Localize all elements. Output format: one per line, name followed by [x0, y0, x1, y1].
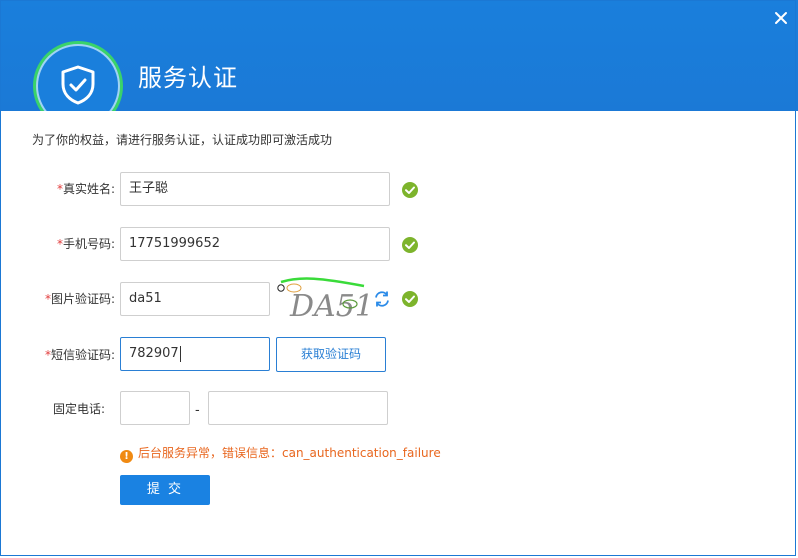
real-name-input[interactable]: 王子聪 [120, 172, 390, 206]
dialog-header: 服务认证 [0, 0, 798, 111]
shield-check-icon [61, 65, 95, 105]
check-circle-icon [402, 237, 418, 253]
sms-code-value: 782907 [129, 346, 179, 361]
real-name-label-text: 真实姓名: [62, 182, 115, 196]
close-icon[interactable] [771, 8, 791, 28]
image-captcha-label-text: 图片验证码: [50, 292, 115, 306]
image-captcha-input[interactable]: da51 [120, 282, 270, 316]
phone-input[interactable]: 17751999652 [120, 227, 390, 261]
text-caret [179, 345, 181, 362]
sms-code-input[interactable]: 782907 [120, 337, 270, 371]
landline-separator: - [195, 403, 200, 418]
captcha-image[interactable]: DA51 [276, 274, 368, 322]
sms-code-label: *短信验证码: [15, 346, 115, 363]
description-text: 为了你的权益，请进行服务认证，认证成功即可激活成功 [32, 133, 333, 147]
warning-icon: ! [120, 450, 133, 463]
landline-number-input[interactable] [208, 391, 388, 425]
phone-label-text: 手机号码: [62, 237, 115, 251]
image-captcha-label: *图片验证码: [15, 290, 115, 307]
landline-label: 固定电话: [52, 402, 105, 416]
error-message-row: ! 后台服务异常，错误信息：can_authentication_failure [120, 444, 441, 463]
submit-button[interactable]: 提 交 [120, 475, 210, 505]
phone-label: *手机号码: [25, 235, 115, 252]
area-code-input[interactable] [120, 391, 190, 425]
refresh-icon[interactable] [373, 290, 391, 308]
real-name-label: *真实姓名: [25, 180, 115, 197]
sms-code-label-text: 短信验证码: [50, 348, 115, 362]
dialog-title: 服务认证 [138, 64, 238, 92]
check-circle-icon [402, 182, 418, 198]
error-message: 后台服务异常，错误信息：can_authentication_failure [138, 446, 441, 460]
get-sms-code-button[interactable]: 获取验证码 [276, 337, 386, 372]
check-circle-icon [402, 291, 418, 307]
